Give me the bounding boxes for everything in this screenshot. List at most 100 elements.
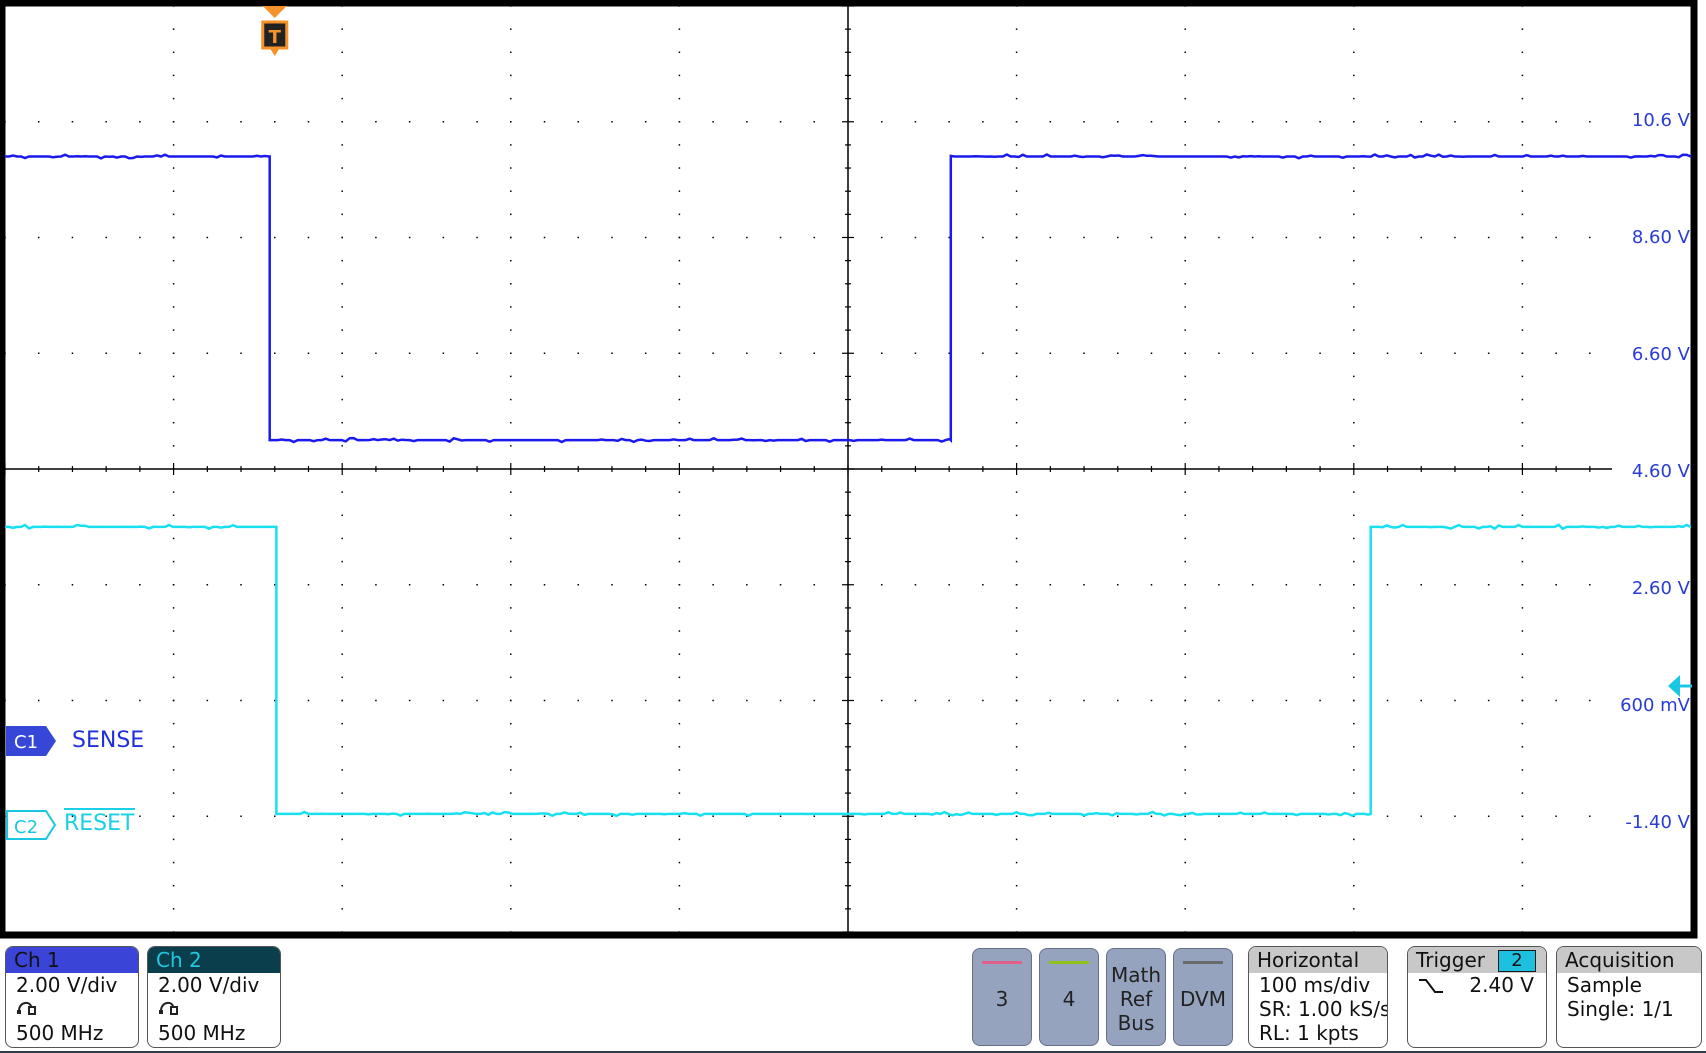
grid-dot [1319, 121, 1321, 123]
grid-dot [1015, 838, 1018, 841]
grid-dot [678, 259, 681, 262]
grid-dot [172, 491, 175, 493]
grid-dot [1184, 491, 1186, 493]
grid-dot [1353, 74, 1355, 77]
grid-dot [1015, 97, 1018, 100]
grid-dot [341, 560, 343, 563]
grid-dot [240, 352, 242, 354]
grid-dot [172, 514, 175, 517]
ch1-settings-badge[interactable]: Ch 1 2.00 V/div 500 MHz [5, 946, 139, 1048]
grid-dot [4, 121, 6, 123]
grid-dot [1454, 236, 1456, 239]
grid-dot [543, 236, 546, 239]
grid-dot [678, 51, 681, 54]
grid-dot [1353, 838, 1355, 841]
grid-dot [510, 769, 512, 771]
grid-dot [678, 769, 681, 771]
grid-dot [1184, 28, 1186, 30]
grid-dot [1521, 352, 1524, 354]
grid-dot [1285, 121, 1288, 123]
acquisition-mode: Sample [1567, 973, 1642, 997]
grid-dot [1589, 815, 1591, 817]
grid-dot [510, 746, 512, 748]
grid-dot [1487, 815, 1490, 817]
grid-dot [914, 236, 917, 239]
grid-dot [1386, 699, 1389, 702]
grid-dot [341, 97, 343, 100]
grid-dot [1015, 491, 1018, 493]
grid-dot [880, 584, 883, 586]
grid-dot [510, 28, 512, 30]
grid-dot [172, 861, 175, 864]
grid-dot [510, 560, 512, 563]
grid-dot [678, 491, 681, 493]
grid-dot [341, 722, 343, 725]
grid-dot [678, 213, 681, 216]
grid-dot [172, 74, 175, 77]
grid-dot [746, 121, 748, 123]
grid-dot [1184, 121, 1186, 123]
grid-dot [476, 121, 478, 123]
grid-dot [206, 815, 209, 817]
grid-dot [1184, 653, 1186, 655]
ch2-settings-badge[interactable]: Ch 2 2.00 V/div 500 MHz [147, 946, 281, 1048]
grid-dot [611, 584, 613, 586]
grid-dot [1353, 445, 1355, 447]
horizontal-badge[interactable]: Horizontal 100 ms/div SR: 1.00 kS/s RL: … [1248, 946, 1388, 1048]
acquisition-badge[interactable]: Acquisition Sample Single: 1/1 [1556, 946, 1702, 1048]
grid-dot [1555, 236, 1557, 239]
grid-dot [172, 931, 175, 933]
grid-dot [510, 630, 512, 632]
grid-dot [1015, 259, 1018, 262]
grid-dot [880, 699, 883, 702]
y-tick-label: -1.40 V [1625, 812, 1690, 833]
grid-dot [644, 236, 647, 239]
grid-dot [510, 5, 512, 7]
waveform-display[interactable]: T 10.6 V 8.60 V 6.60 V 4.60 V 2.60 V 600… [0, 0, 1706, 940]
grid-dot [476, 236, 478, 239]
grid-dot [1184, 283, 1186, 285]
grid-dot [1184, 676, 1186, 679]
grid-dot [678, 861, 681, 864]
grid-dot [71, 584, 74, 586]
grid-dot [1521, 97, 1524, 100]
grid-dot [1521, 306, 1524, 308]
grid-dot [172, 190, 175, 192]
grid-dot [341, 213, 343, 216]
grid-dot [914, 584, 917, 586]
grid-dot [1420, 352, 1422, 354]
grid-dot [172, 236, 175, 239]
grid-dot [1353, 167, 1355, 169]
ch3-button[interactable]: 3 [972, 948, 1032, 1046]
ch1-title: Ch 1 [6, 947, 138, 973]
trigger-badge[interactable]: Trigger 2 2.40 V [1407, 946, 1547, 1048]
math-ref-bus-button[interactable]: Math Ref Bus [1106, 948, 1166, 1046]
grid-dot [1589, 352, 1591, 354]
grid-dot [678, 121, 681, 123]
grid-dot [1015, 398, 1018, 401]
grid-dot [172, 445, 175, 447]
grid-dot [1184, 699, 1186, 702]
grid-dot [1386, 121, 1389, 123]
grid-dot [172, 213, 175, 216]
grid-dot [1184, 445, 1186, 447]
grid-dot [1083, 352, 1085, 354]
grid-dot [644, 699, 647, 702]
ch4-button[interactable]: 4 [1039, 948, 1099, 1046]
grid-dot [712, 121, 714, 123]
grid-dot [1184, 213, 1186, 216]
graticule-plot[interactable]: T [0, 0, 1706, 940]
dvm-color-bar [1183, 961, 1223, 964]
grid-dot [1015, 74, 1018, 77]
grid-dot [172, 769, 175, 771]
dvm-button[interactable]: DVM [1173, 948, 1233, 1046]
grid-dot [1353, 352, 1355, 354]
grid-dot [1015, 375, 1018, 378]
grid-dot [510, 259, 512, 262]
grid-dot [611, 699, 613, 702]
grid-dot [510, 908, 512, 910]
grid-dot [982, 352, 984, 354]
grid-dot [442, 352, 445, 354]
grid-dot [510, 190, 512, 192]
grid-dot [172, 676, 175, 679]
